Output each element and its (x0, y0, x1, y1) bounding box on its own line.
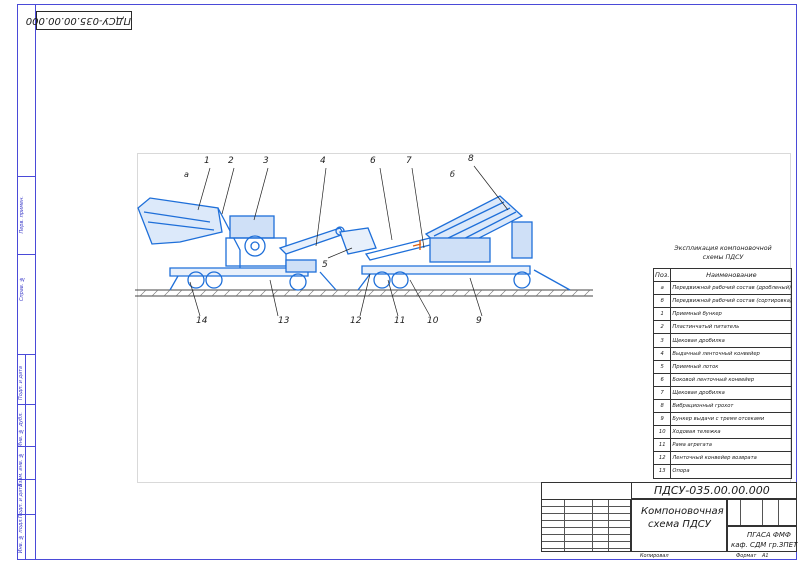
unit-b (339, 195, 571, 291)
table-row: 13 Опора (652, 464, 793, 479)
title-block-title-line1: Компоновочная (641, 506, 724, 517)
table-row: 4 Выдачный ленточный конвейер (652, 346, 793, 361)
spec-title-line1: Экспликация компоновочной (674, 245, 772, 252)
table-row: 10 Ходовая тележка (652, 425, 793, 440)
table-row: 8 Вибрационный грохот (652, 398, 793, 414)
left-strip: Перв. примен. Справ. № Подп. и дата Инв.… (17, 176, 35, 560)
callout-8: 8 (468, 154, 474, 164)
title-block-org-line2: каф. СДМ гр.ЗПЕТ (731, 541, 798, 549)
table-row: 11 Рама агрегата (652, 438, 793, 453)
table-row: б Передвижной рабочий состав (сортировка) (652, 294, 793, 309)
callout-12: 12 (350, 316, 362, 326)
callout-5: 5 (322, 260, 328, 270)
callout-2: 2 (228, 156, 234, 166)
strip-label-replace-inv: Взам. инв. № (18, 452, 24, 487)
strip-label-first-use: Перв. примен. (19, 196, 25, 234)
table-row: а Передвижной рабочий состав (дробленый) (652, 281, 793, 296)
spec-header-row: Поз. Наименование (652, 267, 793, 283)
callout-3: 3 (263, 156, 269, 166)
table-row: 12 Ленточный конвейер возврата (652, 451, 793, 466)
title-block-grid (541, 499, 631, 552)
title-block-designation: ПДСУ-035.00.00.000 (654, 484, 770, 497)
table-row: 3 Щековая дробилка (652, 333, 793, 348)
table-row: 1 Приемный бункер (652, 307, 793, 322)
table-row: 2 Пластинчатый питатель (652, 320, 793, 335)
ground-line (135, 289, 593, 297)
callout-1: 1 (204, 156, 210, 166)
unit-label-a: а (184, 170, 189, 179)
spec-header-pos: Поз. (652, 267, 672, 283)
strip-label-dup-inv: Инв. № дубл. (18, 412, 24, 448)
callout-14: 14 (196, 316, 208, 326)
callout-6: 6 (370, 156, 376, 166)
callout-10: 10 (427, 316, 439, 326)
spec-table: Поз. Наименование а Передвижной рабочий с… (652, 267, 793, 479)
callout-7: 7 (406, 156, 412, 166)
drawing-code-stamp: ПДСУ-035.00.00.000 (26, 11, 132, 30)
strip-label-sign-date-2: Подп. и дата (18, 484, 24, 519)
machine-drawing (135, 165, 593, 317)
title-block-org-line1: ПГАСА ФМФ (747, 531, 791, 539)
spec-header-name: Наименование (670, 267, 793, 283)
copied-label: Копировал (640, 553, 669, 559)
callout-9: 9 (476, 316, 482, 326)
unit-a (137, 197, 346, 291)
callout-4: 4 (320, 156, 326, 166)
table-row: 9 Бункер выдачи с тремя отсеками (652, 412, 793, 427)
title-block-sheet-grid (727, 499, 797, 526)
format-label: Формат (736, 553, 757, 559)
table-row: 6 Боковой ленточный конвейер (652, 372, 793, 387)
title-block-title-line2: схема ПДСУ (648, 519, 711, 530)
callout-13: 13 (278, 316, 290, 326)
strip-label-sign-date-1: Подп. и дата (18, 366, 24, 401)
strip-label-orig-inv: Инв. № подл. (18, 518, 24, 554)
unit-label-b: б (450, 170, 455, 179)
strip-label-ref-no: Справ. № (19, 276, 25, 302)
table-row: 5 Приемный лоток (652, 359, 793, 374)
table-row: 7 Щековая дробилка (652, 385, 793, 400)
format-value: А1 (762, 553, 769, 559)
spec-title-line2: схемы ПДСУ (702, 254, 744, 261)
callout-11: 11 (394, 316, 406, 326)
